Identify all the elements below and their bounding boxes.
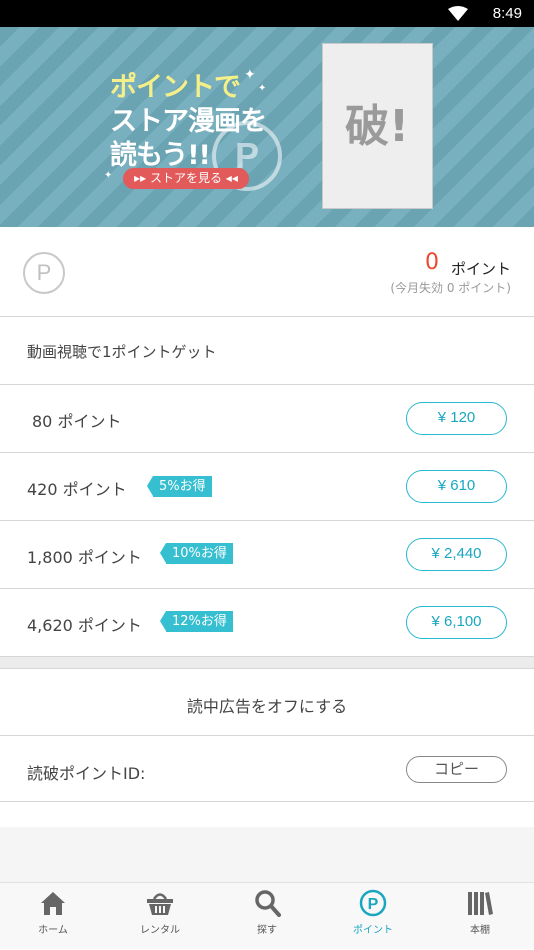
tab-rental[interactable]: レンタル bbox=[107, 883, 213, 950]
tab-label: ポイント bbox=[353, 925, 393, 936]
copy-button[interactable]: コピー bbox=[406, 756, 507, 783]
bottom-tab-bar: ホーム レンタル 探す P ポイント 本棚 bbox=[0, 882, 534, 949]
package-points: 80 ポイント bbox=[32, 412, 122, 431]
banner-headline-3: 読もう!! bbox=[110, 140, 211, 171]
tab-label: 探す bbox=[257, 925, 277, 936]
package-points: 4,620 ポイント bbox=[27, 616, 142, 635]
package-points: 420 ポイント bbox=[27, 480, 127, 499]
section-divider bbox=[0, 657, 534, 669]
status-bar: 8:49 bbox=[0, 0, 534, 27]
dokuha-logo: 破! bbox=[344, 101, 410, 152]
tab-home[interactable]: ホーム bbox=[0, 883, 106, 950]
svg-text:P: P bbox=[368, 896, 379, 913]
buy-button[interactable]: ¥ 6,100 bbox=[406, 606, 507, 639]
points-expire-note: (今月失効 0 ポイント) bbox=[390, 281, 511, 295]
store-button[interactable]: ▸▸ ストアを見る ◂◂ bbox=[123, 168, 249, 189]
package-row[interactable]: 4,620 ポイント 12%お得 ¥ 6,100 bbox=[0, 589, 534, 657]
tab-search[interactable]: 探す bbox=[214, 883, 320, 950]
basket-icon bbox=[147, 893, 173, 915]
book-cover: 破! bbox=[322, 43, 433, 209]
ad-off-label: 読中広告をオフにする bbox=[186, 697, 348, 716]
video-reward-row[interactable]: 動画視聴で1ポイントゲット bbox=[0, 317, 534, 385]
package-row[interactable]: 1,800 ポイント 10%お得 ¥ 2,440 bbox=[0, 521, 534, 589]
package-row[interactable]: 420 ポイント 5%お得 ¥ 610 bbox=[0, 453, 534, 521]
discount-badge: 10%お得 bbox=[160, 543, 233, 564]
tab-label: レンタル bbox=[140, 925, 180, 936]
sparkle-icon: ✦ bbox=[244, 67, 256, 83]
sparkle-icon: ✦ bbox=[258, 83, 267, 94]
tab-label: ホーム bbox=[38, 925, 68, 936]
package-row[interactable]: 80 ポイント ¥ 120 bbox=[0, 385, 534, 453]
points-count: 0 bbox=[425, 250, 439, 275]
points-summary: P 0 ポイント (今月失効 0 ポイント) bbox=[0, 227, 534, 317]
buy-button[interactable]: ¥ 610 bbox=[406, 470, 507, 503]
content-bottom-padding bbox=[0, 827, 534, 882]
store-promo-banner[interactable]: ✦ ✦ ✦ ポイントで ストア漫画を P 読もう!! ▸▸ ストアを見る ◂◂ … bbox=[0, 27, 534, 227]
ad-off-row[interactable]: 読中広告をオフにする bbox=[0, 670, 534, 736]
point-logo-icon: P bbox=[23, 252, 65, 294]
wifi-icon bbox=[448, 6, 468, 21]
points-unit: ポイント bbox=[450, 260, 511, 278]
discount-badge: 5%お得 bbox=[147, 476, 212, 497]
buy-button[interactable]: ¥ 120 bbox=[406, 402, 507, 435]
tab-bookshelf[interactable]: 本棚 bbox=[427, 883, 533, 950]
video-reward-label: 動画視聴で1ポイントゲット bbox=[27, 343, 217, 361]
buy-button[interactable]: ¥ 2,440 bbox=[406, 538, 507, 571]
point-icon: P bbox=[359, 889, 387, 917]
tab-label: 本棚 bbox=[470, 925, 490, 936]
tab-points[interactable]: P ポイント bbox=[320, 883, 426, 950]
home-icon bbox=[41, 892, 65, 915]
search-icon bbox=[255, 890, 281, 917]
bookshelf-icon bbox=[468, 892, 493, 915]
discount-badge: 12%お得 bbox=[160, 611, 233, 632]
package-points: 1,800 ポイント bbox=[27, 548, 142, 567]
clock: 8:49 bbox=[492, 5, 522, 22]
point-id-label: 読破ポイントID: bbox=[27, 764, 146, 783]
